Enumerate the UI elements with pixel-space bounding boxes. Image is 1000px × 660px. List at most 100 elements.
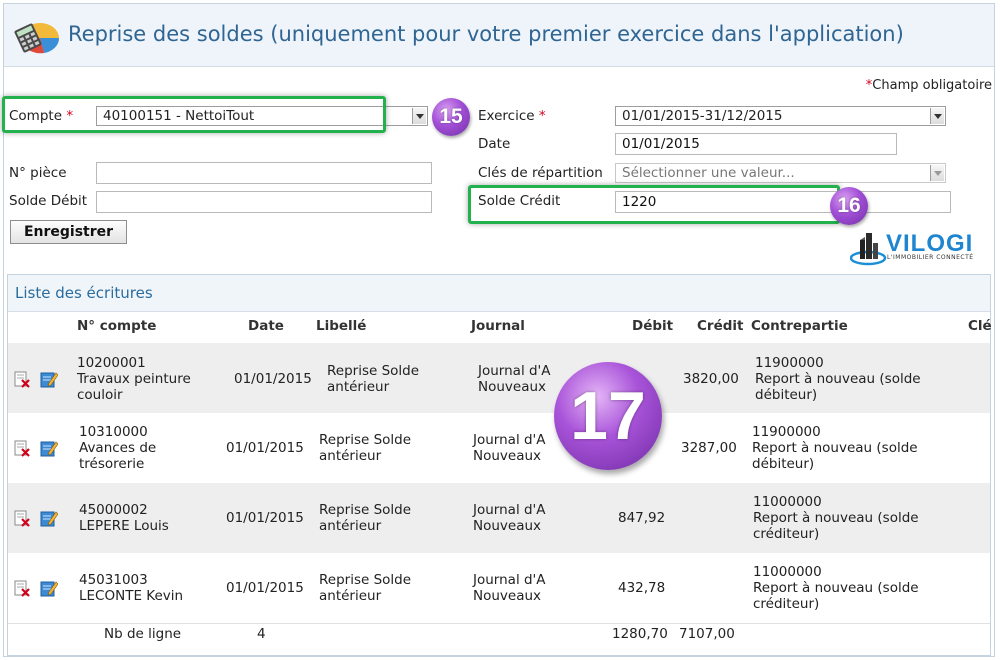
cles-placeholder: Sélectionner une valeur... [622, 165, 795, 181]
delete-icon[interactable] [13, 509, 31, 527]
row-date: 01/01/2015 [226, 580, 304, 596]
step-badge-15: 15 [432, 98, 470, 136]
vilogi-tagline: L'IMMOBILIER CONNECTÉ [887, 254, 974, 261]
journal-line: Nouveaux [473, 518, 542, 534]
row-contrepartie: 11900000 Report à nouveau (solde débiteur) [752, 424, 918, 472]
footer-total-credit: 7107,00 [679, 626, 735, 642]
edit-icon[interactable] [40, 439, 58, 457]
journal-line: Nouveaux [478, 379, 547, 395]
compte-name-cont: trésorerie [79, 456, 145, 472]
edit-icon[interactable] [40, 509, 58, 527]
delete-icon[interactable] [13, 439, 31, 457]
libelle-line: antérieur [319, 448, 382, 464]
row-journal: Journal d'A Nouveaux [473, 502, 546, 534]
page-title: Reprise des soldes (uniquement pour votr… [68, 22, 904, 46]
cp-num: 11000000 [753, 564, 822, 580]
journal-line: Journal d'A [473, 432, 546, 448]
exercice-label-text: Exercice [478, 108, 535, 124]
row-date: 01/01/2015 [226, 440, 304, 456]
libelle-line: Reprise Solde [319, 502, 412, 518]
row-libelle: Reprise Solde antérieur [319, 572, 411, 604]
cles-label: Clés de répartition [478, 165, 603, 181]
row-contrepartie: 11000000 Report à nouveau (solde créditeur… [753, 564, 919, 612]
row-libelle: Reprise Solde antérieur [319, 432, 411, 464]
footer-divider [8, 623, 990, 624]
compte-name: Avances de [79, 440, 157, 456]
col-libelle[interactable]: Libellé [316, 318, 366, 334]
libelle-line: Reprise Solde [319, 432, 412, 448]
col-cle[interactable]: Clé [968, 318, 992, 334]
piece-label: N° pièce [9, 165, 67, 181]
exercice-select[interactable]: 01/01/2015-31/12/2015 [615, 106, 946, 126]
row-journal: Journal d'A Nouveaux [478, 363, 551, 395]
col-date[interactable]: Date [248, 318, 284, 334]
compte-name: LEPERE Louis [79, 518, 169, 534]
journal-line: Journal d'A [473, 572, 546, 588]
delete-icon[interactable] [13, 370, 31, 388]
save-button[interactable]: Enregistrer [10, 220, 127, 244]
cp-num: 11900000 [755, 355, 824, 371]
col-contrepartie[interactable]: Contrepartie [751, 318, 848, 334]
chevron-down-icon[interactable] [930, 165, 944, 181]
delete-icon[interactable] [13, 579, 31, 597]
col-credit[interactable]: Crédit [697, 318, 743, 334]
cles-select[interactable]: Sélectionner une valeur... [615, 163, 946, 183]
libelle-line: Reprise Solde [327, 363, 420, 379]
date-input[interactable]: 01/01/2015 [615, 133, 897, 155]
row-contrepartie: 11000000 Report à nouveau (solde créditeur… [753, 494, 919, 542]
edit-icon[interactable] [40, 370, 58, 388]
row-journal: Journal d'A Nouveaux [473, 432, 546, 464]
col-compte[interactable]: N° compte [77, 318, 156, 334]
compte-name: LECONTE Kevin [79, 588, 184, 604]
row-compte: 45000002 LEPERE Louis [79, 502, 169, 534]
cp-line: Report à nouveau (solde [755, 371, 921, 387]
edit-icon[interactable] [40, 579, 58, 597]
row-compte: 45031003 LECONTE Kevin [79, 572, 183, 604]
vilogi-logo [850, 233, 887, 266]
footer-total-debit: 1280,70 [612, 626, 668, 642]
row-compte: 10310000 Avances de trésorerie [79, 424, 156, 472]
row-libelle: Reprise Solde antérieur [327, 363, 419, 395]
cp-line: créditeur) [753, 526, 820, 542]
cp-line: débiteur) [755, 387, 818, 403]
libelle-line: antérieur [327, 379, 390, 395]
step-badge-16: 16 [830, 187, 868, 225]
row-debit: 432,78 [618, 580, 666, 596]
row-date: 01/01/2015 [234, 371, 312, 387]
exercice-required-star: * [538, 108, 546, 124]
exercice-label: Exercice * [478, 108, 546, 124]
col-debit[interactable]: Débit [632, 318, 673, 334]
cp-line: débiteur) [752, 456, 815, 472]
solde-debit-input[interactable] [96, 191, 432, 213]
compte-num: 45031003 [79, 572, 148, 588]
journal-line: Nouveaux [473, 588, 542, 604]
chevron-down-icon[interactable] [930, 108, 944, 124]
row-credit: 3287,00 [681, 440, 737, 456]
journal-line: Journal d'A [473, 502, 546, 518]
required-note-text: Champ obligatoire [872, 78, 992, 93]
exercice-value: 01/01/2015-31/12/2015 [622, 108, 783, 124]
solde-debit-label: Solde Débit [9, 193, 88, 209]
highlight-solde-credit [468, 185, 840, 224]
cp-line: créditeur) [753, 596, 820, 612]
step-badge-17: 17 [554, 362, 662, 470]
row-journal: Journal d'A Nouveaux [473, 572, 546, 604]
row-contrepartie: 11900000 Report à nouveau (solde débiteur) [755, 355, 921, 403]
compte-name-cont: couloir [77, 387, 123, 403]
cp-num: 11000000 [753, 494, 822, 510]
row-compte: 10200001 Travaux peinture couloir [77, 355, 191, 403]
row-debit: 847,92 [618, 510, 666, 526]
compte-name: Travaux peinture [77, 371, 191, 387]
chevron-down-icon[interactable] [412, 108, 426, 124]
journal-line: Nouveaux [473, 448, 542, 464]
journal-line: Journal d'A [478, 363, 551, 379]
libelle-line: Reprise Solde [319, 572, 412, 588]
cp-line: Report à nouveau (solde [753, 580, 919, 596]
footer-count: 4 [257, 626, 266, 642]
piece-input[interactable] [96, 162, 432, 184]
cp-num: 11900000 [752, 424, 821, 440]
entries-title: Liste des écritures [15, 284, 153, 302]
libelle-line: antérieur [319, 518, 382, 534]
col-journal[interactable]: Journal [471, 318, 525, 334]
footer-label: Nb de ligne [104, 626, 182, 642]
